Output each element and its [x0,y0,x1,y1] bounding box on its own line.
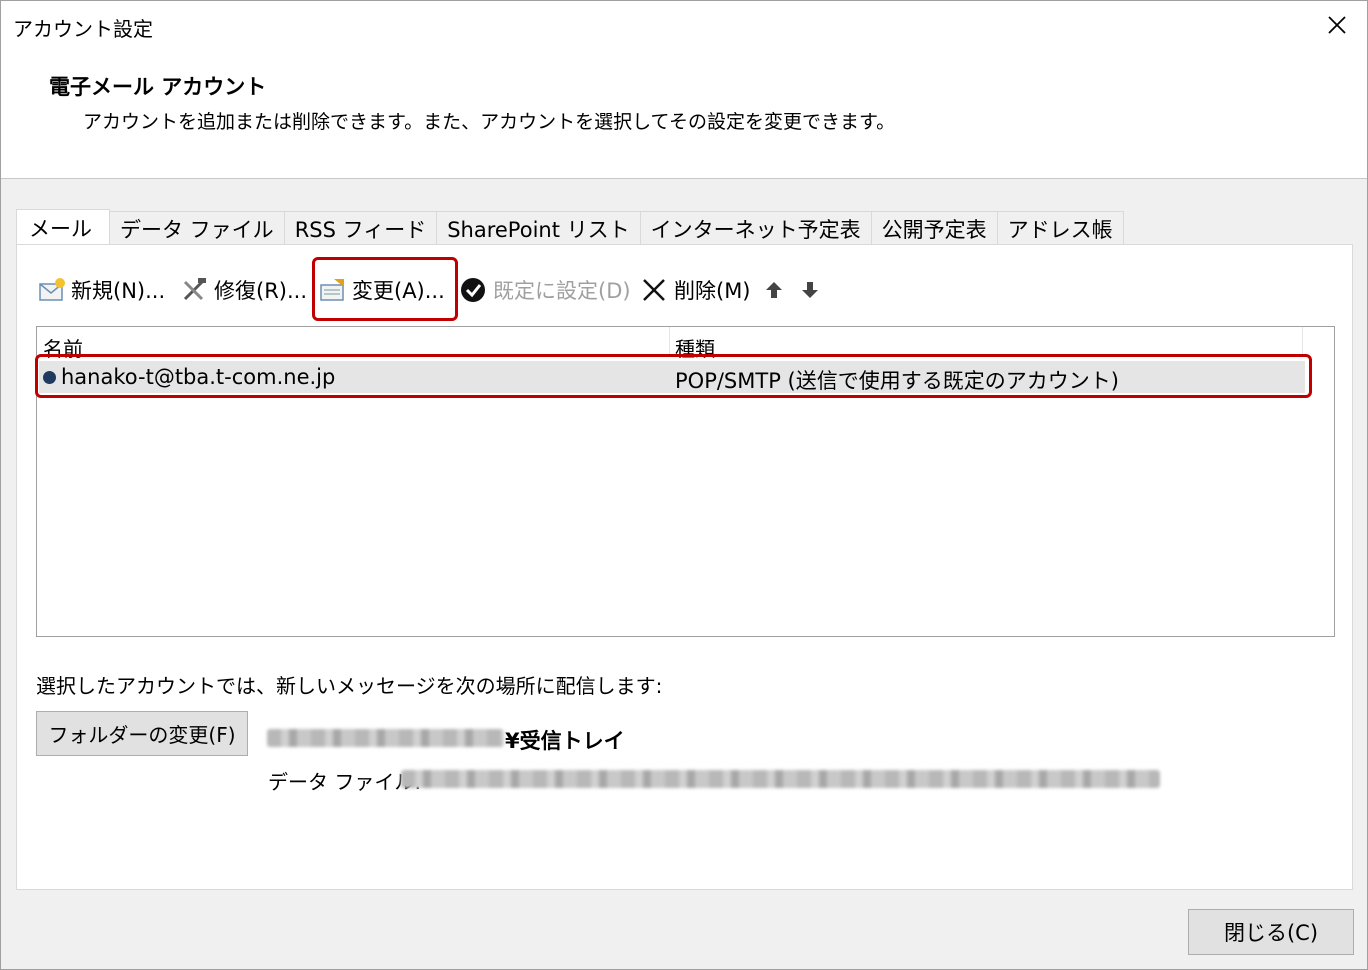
column-divider [669,327,670,357]
change-label: 変更(A)... [352,279,445,303]
tab-address-books[interactable]: アドレス帳 [997,211,1124,245]
arrow-up-icon [766,282,782,298]
list-header: 名前 種類 [37,327,1303,361]
default-account-icon [43,371,56,384]
repair-label: 修復(R)... [214,279,308,303]
change-account-icon [318,275,348,305]
tab-sharepoint-lists[interactable]: SharePoint リスト [437,211,641,245]
blurred-account-path [267,729,504,747]
header-description: アカウントを追加または削除できます。また、アカウントを選択してその設定を変更でき… [83,111,896,133]
new-account-button[interactable]: 新規(N)... [37,273,165,307]
column-header-type[interactable]: 種類 [675,333,715,362]
account-name: hanako-t@tba.t-com.ne.jp [61,365,336,389]
table-row[interactable]: hanako-t@tba.t-com.ne.jp POP/SMTP (送信で使用… [39,361,1305,393]
tab-data-files[interactable]: データ ファイル [110,211,285,245]
delete-label: 削除(M) [674,279,751,303]
close-icon [1328,16,1346,34]
inbox-folder-name: ¥受信トレイ [505,729,625,753]
delete-x-icon [640,275,670,305]
close-window-button[interactable] [1317,7,1357,43]
close-dialog-button[interactable]: 閉じる(C) [1188,909,1354,955]
header-title: 電子メール アカウント [49,75,267,99]
new-account-label: 新規(N)... [71,279,166,303]
column-divider [1302,327,1303,357]
column-header-name[interactable]: 名前 [43,333,83,362]
change-folder-button[interactable]: フォルダーの変更(F) [36,711,248,756]
blurred-data-file-path [401,770,1160,788]
title-bar: アカウント設定 [1,1,1367,51]
tools-icon [180,275,210,305]
tab-strip: メール データ ファイル RSS フィード SharePoint リスト インタ… [16,209,1124,245]
window-title: アカウント設定 [13,17,153,41]
account-settings-dialog: アカウント設定 電子メール アカウント アカウントを追加または削除できます。また… [0,0,1368,970]
data-file-label: データ ファイル: [268,770,422,794]
change-button[interactable]: 変更(A)... [318,273,445,307]
account-list[interactable]: 名前 種類 hanako-t@tba.t-com.ne.jp POP/SMTP … [36,326,1335,637]
account-type: POP/SMTP (送信で使用する既定のアカウント) [675,369,1119,393]
checkmark-icon [459,275,489,305]
set-default-label: 既定に設定(D) [493,279,631,303]
mail-tab-panel: 新規(N)... 修復(R)... 変更(A)... 既定に設定(D) 削除(M… [16,244,1353,890]
tab-rss-feeds[interactable]: RSS フィード [284,211,438,245]
tab-mail[interactable]: メール [16,209,110,245]
repair-button[interactable]: 修復(R)... [180,273,307,307]
tab-internet-calendars[interactable]: インターネット予定表 [640,211,872,245]
arrow-down-icon [802,282,818,298]
delete-button[interactable]: 削除(M) [640,273,751,307]
tab-published-calendars[interactable]: 公開予定表 [871,211,998,245]
move-up-button[interactable] [763,273,785,307]
new-mail-icon [37,275,67,305]
delivery-location-label: 選択したアカウントでは、新しいメッセージを次の場所に配信します: [36,674,663,698]
set-default-button[interactable]: 既定に設定(D) [459,273,631,307]
header-panel: 電子メール アカウント アカウントを追加または削除できます。また、アカウントを選… [1,51,1367,179]
move-down-button[interactable] [799,273,821,307]
